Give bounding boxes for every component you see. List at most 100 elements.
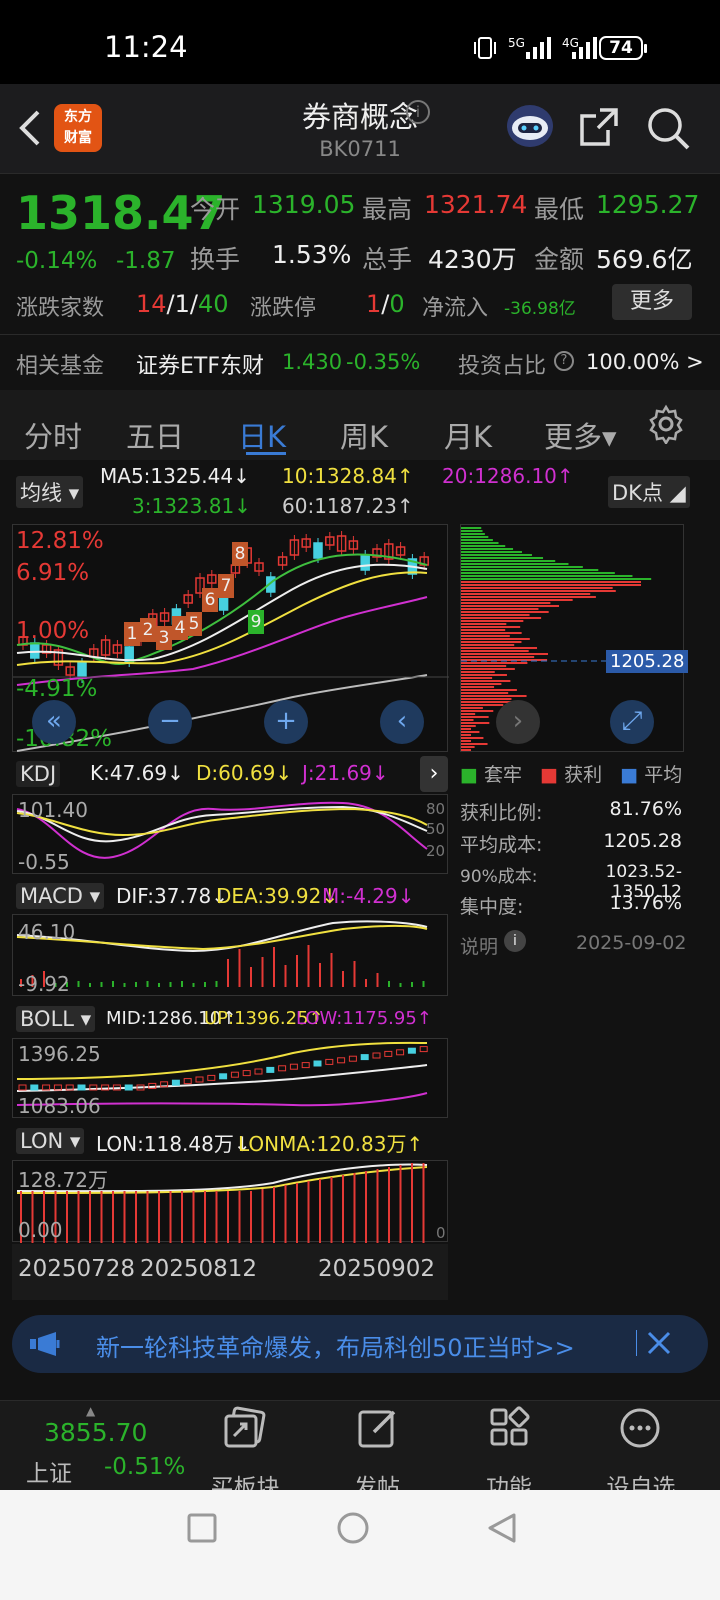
ratio-value[interactable]: 100.00% >	[586, 350, 704, 374]
candle-body	[360, 554, 370, 571]
chip-bar	[461, 689, 517, 691]
chip-bar	[461, 536, 489, 538]
settings-gear-icon[interactable]	[646, 404, 686, 448]
kdj-ref-20: 20	[426, 842, 446, 860]
macd-dif: DIF:37.78↓	[116, 884, 229, 908]
function-icon[interactable]	[488, 1406, 532, 1454]
tab-monthly-k[interactable]: 月K	[444, 414, 492, 456]
boll-candle	[384, 1050, 393, 1057]
profit-ratio-value: 81.76%	[609, 798, 682, 820]
candle-sequence-label: 7	[218, 574, 234, 598]
info-icon[interactable]: i	[406, 100, 430, 124]
avg-cost-tag: 1205.28	[606, 650, 689, 673]
macd-dropdown[interactable]: MACD ▾	[16, 883, 105, 909]
tab-daily-k[interactable]: 日K	[238, 414, 286, 456]
back-nav-icon[interactable]	[486, 1512, 518, 1548]
chip-bar	[461, 593, 591, 595]
amount-label: 金额	[534, 245, 585, 274]
chip-bar	[461, 683, 502, 685]
expand-up-icon[interactable]: ▲	[86, 1404, 95, 1418]
chip-bar	[461, 668, 515, 670]
chip-bar	[461, 584, 642, 586]
kdj-dropdown[interactable]: KDJ	[16, 761, 61, 787]
chip-bar	[461, 713, 476, 715]
concentration-label: 集中度:	[460, 896, 524, 918]
macd-dea: DEA:39.92↓	[216, 884, 339, 908]
chip-bar	[461, 614, 530, 616]
index-name[interactable]: 上证	[26, 1454, 72, 1488]
index-value[interactable]: 3855.70	[44, 1418, 147, 1447]
candle-sequence-label: 9	[248, 610, 264, 634]
zoom-in-button[interactable]: +	[264, 700, 308, 744]
boll-dropdown[interactable]: BOLL ▾	[16, 1006, 96, 1032]
home-icon[interactable]	[336, 1511, 370, 1549]
recents-icon[interactable]	[186, 1512, 218, 1548]
banner-text[interactable]: 新一轮科技革命爆发，布局科创50正当时>>	[96, 1328, 575, 1363]
boll-candle	[124, 1084, 133, 1091]
help-icon[interactable]: ?	[554, 351, 574, 371]
chip-bar	[461, 578, 652, 580]
divider	[0, 334, 720, 335]
chip-bar	[461, 674, 507, 676]
fund-name[interactable]: 证券ETF东财	[136, 348, 264, 380]
scroll-left-button[interactable]: ‹	[380, 700, 424, 744]
boll-candle	[183, 1078, 192, 1085]
tab-weekly-k[interactable]: 周K	[340, 414, 388, 456]
robot-assistant-icon[interactable]	[504, 101, 556, 155]
change-amount: -1.87	[116, 248, 176, 274]
chip-bar	[461, 665, 507, 667]
boll-candle	[42, 1084, 51, 1091]
chip-bar	[461, 602, 551, 604]
tab-intraday[interactable]: 分时	[24, 414, 82, 456]
board-code: BK0711	[319, 137, 401, 161]
boll-candle	[18, 1084, 27, 1091]
lonma-value: LONMA:120.83万↑	[238, 1132, 424, 1156]
chip-next-button[interactable]: ›	[496, 700, 540, 744]
chip-bar	[461, 725, 476, 727]
note-info-icon[interactable]: i	[504, 930, 526, 952]
chip-bar	[461, 596, 596, 598]
boll-candle	[230, 1071, 239, 1078]
lon-dropdown[interactable]: LON ▾	[16, 1128, 85, 1154]
index-pct[interactable]: -0.51%	[104, 1454, 185, 1480]
page-title: 券商概念	[301, 100, 418, 134]
ma-dropdown[interactable]: 均线 ▾	[16, 476, 84, 508]
candle-sequence-label: 6	[202, 588, 218, 612]
macd-axis-top: 46.10	[18, 920, 76, 944]
turnover-value: 1.53%	[272, 240, 352, 269]
chip-bar	[461, 617, 542, 619]
boll-candle	[266, 1066, 275, 1073]
close-icon[interactable]	[646, 1330, 672, 1360]
tab-five-day[interactable]: 五日	[126, 414, 184, 456]
date-end: 20250902	[318, 1256, 436, 1282]
chip-date: 2025-09-02	[576, 932, 687, 954]
low-value: 1295.27	[596, 190, 700, 219]
tab-more[interactable]: 更多▾	[544, 414, 617, 456]
active-tab-indicator	[246, 452, 286, 455]
macd-chart[interactable]	[12, 914, 448, 996]
chip-bar	[461, 548, 514, 550]
chip-bar	[461, 560, 556, 562]
boll-candle	[77, 1084, 86, 1091]
chip-bar	[461, 710, 494, 712]
dk-point-dropdown[interactable]: DK点 ◢	[608, 476, 690, 508]
note-label: 说明	[460, 936, 499, 958]
more-button[interactable]: 更多	[612, 284, 692, 320]
limit-values: 1/0	[366, 290, 405, 318]
chip-bar	[461, 716, 489, 718]
share-icon[interactable]	[578, 106, 620, 152]
high-value: 1321.74	[424, 190, 528, 219]
boll-candle	[360, 1054, 369, 1061]
indicator-next-icon[interactable]: ›	[420, 756, 448, 792]
search-icon[interactable]	[646, 106, 690, 154]
back-icon[interactable]	[16, 108, 42, 152]
scroll-left-fast-button[interactable]: «	[32, 700, 76, 744]
post-icon[interactable]	[356, 1406, 400, 1454]
chip-bar	[461, 533, 485, 535]
buy-sector-icon[interactable]	[222, 1406, 270, 1454]
add-watchlist-icon[interactable]	[618, 1406, 662, 1454]
expand-icon[interactable]: ⤢	[610, 700, 654, 744]
vibrate-icon	[472, 36, 498, 60]
boll-axis-top: 1396.25	[18, 1042, 101, 1066]
zoom-out-button[interactable]: −	[148, 700, 192, 744]
